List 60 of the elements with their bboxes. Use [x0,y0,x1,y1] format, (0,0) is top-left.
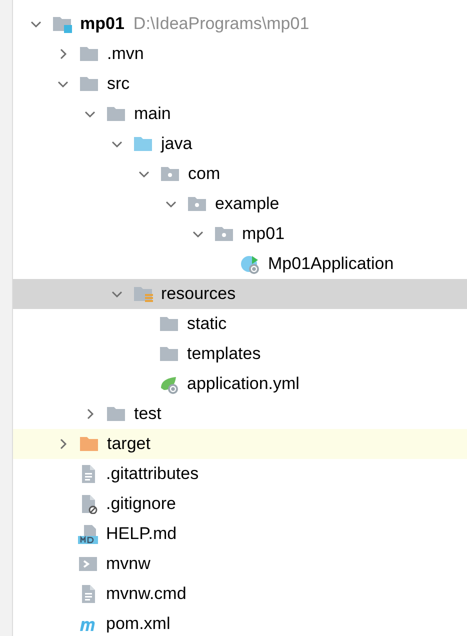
terminal-icon [78,554,98,574]
item-label: resources [161,283,236,306]
folder-icon [133,134,153,154]
item-label: templates [187,343,261,366]
folder-icon [106,404,126,424]
item-label: .mvn [107,43,144,66]
item-label: mvnw.cmd [106,583,186,606]
item-label: mp01 [80,13,124,36]
tree-row[interactable]: templates [13,339,467,369]
item-label: com [188,163,220,186]
item-label: .gitattributes [106,463,199,486]
tree-row[interactable]: pom.xml [13,609,467,636]
folder-icon [133,284,153,304]
tree-row[interactable]: com [13,159,467,189]
folder-icon [52,14,72,34]
folder-icon [79,74,99,94]
package-icon [160,164,180,184]
item-label: mvnw [106,553,150,576]
tree-row[interactable]: static [13,309,467,339]
tree-row[interactable]: src [13,69,467,99]
tree-row[interactable]: resources [13,279,467,309]
tree-row[interactable]: mp01 D:\IdeaPrograms\mp01 [13,9,467,39]
item-label: static [187,313,227,336]
package-icon [214,224,234,244]
tree-row[interactable]: main [13,99,467,129]
item-label: target [107,433,150,456]
tree-row[interactable]: target [13,429,467,459]
tree-row[interactable]: java [13,129,467,159]
tree-row[interactable]: mvnw [13,549,467,579]
package-icon [187,194,207,214]
tree-row[interactable]: test [13,399,467,429]
item-label: application.yml [187,373,300,396]
tree-row[interactable]: example [13,189,467,219]
item-label: HELP.md [106,523,177,546]
folder-icon [159,314,179,334]
tree-row[interactable]: application.yml [13,369,467,399]
tree-row[interactable]: .mvn [13,39,467,69]
tree-row[interactable]: .gitattributes [13,459,467,489]
item-label: pom.xml [106,613,170,636]
item-label: java [161,133,192,156]
tree-row[interactable]: mp01 [13,219,467,249]
item-label: src [107,73,130,96]
folder-icon [106,104,126,124]
tree-row[interactable]: .gitignore [13,489,467,519]
item-label: main [134,103,171,126]
tree-row[interactable]: HELP.md [13,519,467,549]
folder-icon [79,434,99,454]
folder-icon [79,44,99,64]
tree-row[interactable]: mvnw.cmd [13,579,467,609]
folder-icon [159,344,179,364]
item-label: example [215,193,280,216]
leaf-icon [159,374,179,394]
item-label: test [134,403,162,426]
item-label: mp01 [242,223,285,246]
tree-row[interactable]: Mp01Application [13,249,467,279]
item-label: Mp01Application [268,253,394,276]
project-path: D:\IdeaPrograms\mp01 [133,13,310,36]
item-label: .gitignore [106,493,176,516]
markdown-file-icon [78,524,98,544]
class-icon [240,254,260,274]
